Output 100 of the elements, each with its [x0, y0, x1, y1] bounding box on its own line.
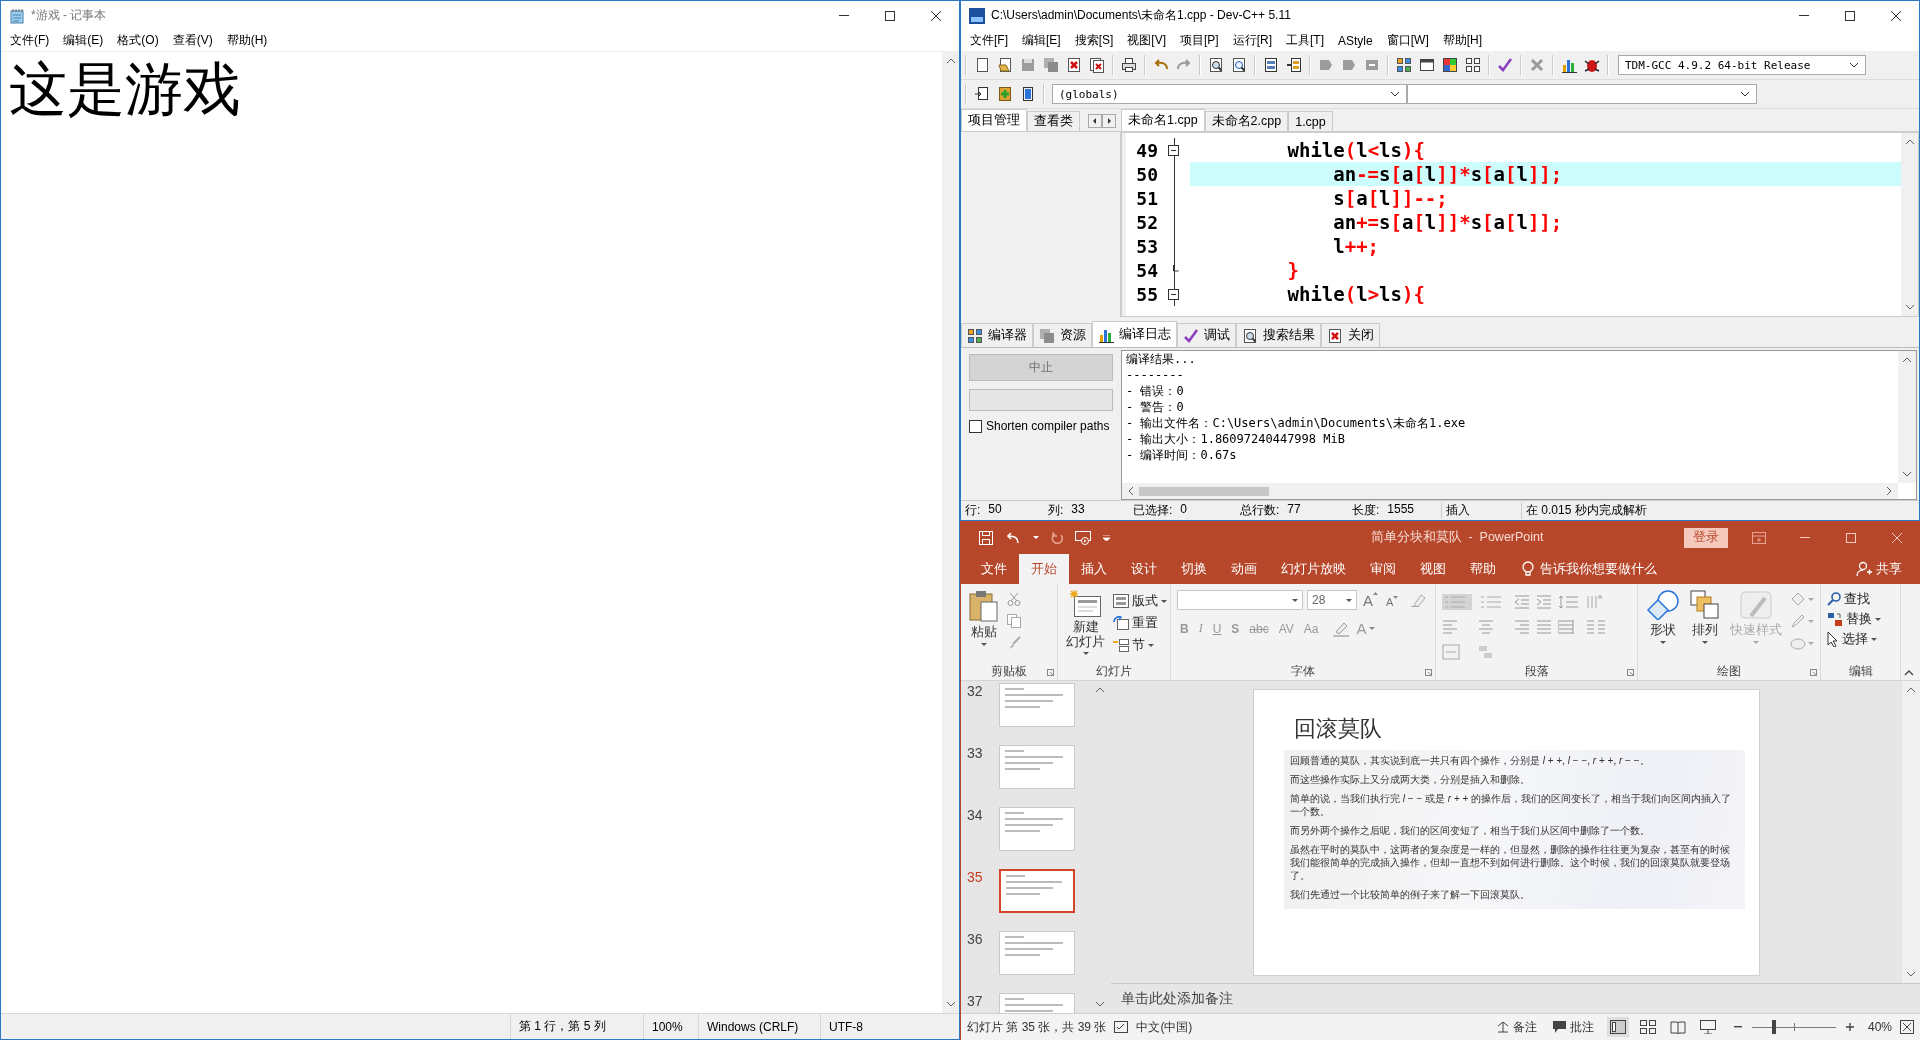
scroll-down-icon[interactable] — [1096, 1002, 1104, 1007]
bookmark-icon[interactable] — [1364, 57, 1380, 73]
window-icon[interactable] — [1419, 57, 1435, 73]
slide-sorter-icon[interactable] — [1640, 1020, 1656, 1034]
ribbon-display-icon[interactable] — [1752, 531, 1766, 544]
save-icon[interactable] — [979, 530, 993, 545]
panel-tab[interactable]: 编译日志 — [1092, 321, 1177, 347]
menu-item[interactable]: 工具[T] — [1279, 32, 1332, 49]
maximize-icon[interactable] — [885, 10, 895, 21]
bar-chart-icon[interactable] — [1561, 57, 1577, 73]
notes-button[interactable]: 备注 — [1497, 1018, 1537, 1036]
collapse-ribbon-icon[interactable] — [1904, 670, 1914, 676]
checkbox-label[interactable]: Shorten compiler paths — [986, 419, 1110, 433]
normal-view-icon[interactable] — [1610, 1020, 1626, 1034]
find-next-icon[interactable] — [1231, 57, 1247, 73]
ribbon-tab[interactable]: 帮助 — [1458, 554, 1508, 584]
unindent-icon[interactable] — [1286, 57, 1302, 73]
panel-tab[interactable]: 资源 — [1033, 323, 1092, 347]
reset-button[interactable]: 重置 — [1113, 614, 1167, 632]
panel-tab[interactable]: 关闭 — [1321, 323, 1380, 347]
compiler-dropdown[interactable]: TDM-GCC 4.9.2 64-bit Release — [1618, 55, 1866, 75]
menu-item[interactable]: AStyle — [1331, 33, 1380, 48]
tell-me-search[interactable]: 告诉我你想要做什么 — [1522, 554, 1657, 584]
bug-icon[interactable] — [1584, 57, 1600, 73]
scroll-right-icon[interactable] — [1102, 114, 1116, 128]
slideshow-icon[interactable] — [1700, 1020, 1716, 1034]
undo-icon[interactable] — [1005, 531, 1021, 544]
panel-tab[interactable]: 项目管理 — [961, 109, 1027, 131]
add-file-icon[interactable] — [997, 86, 1013, 102]
close-all-icon[interactable] — [1089, 57, 1105, 73]
file-tab[interactable]: 未命名1.cpp — [1121, 109, 1205, 131]
font-name-field[interactable] — [1177, 590, 1303, 610]
ribbon-tab[interactable]: 插入 — [1069, 554, 1119, 584]
tiles-icon[interactable] — [1396, 57, 1412, 73]
zoom-slider[interactable] — [1750, 1020, 1838, 1034]
file-tab[interactable]: 1.cpp — [1288, 111, 1333, 131]
menu-item[interactable]: 项目[P] — [1173, 32, 1226, 49]
ribbon-tab[interactable]: 幻灯片放映 — [1269, 554, 1358, 584]
scope-dropdown[interactable]: (globals) — [1052, 84, 1407, 104]
paste-button[interactable]: 粘贴 — [967, 590, 1001, 662]
replace-button[interactable]: 替换 — [1827, 610, 1881, 628]
menu-item[interactable]: 窗口[W] — [1379, 32, 1436, 49]
scrollbar[interactable] — [942, 52, 959, 1013]
slide-thumbnail[interactable] — [999, 807, 1075, 851]
language-button[interactable]: 中文(中国) — [1136, 1018, 1193, 1036]
menu-item[interactable]: 编辑(E) — [56, 32, 111, 49]
panel-tab[interactable]: 查看类 — [1027, 111, 1080, 131]
scroll-up-icon[interactable] — [1096, 687, 1104, 692]
indent-icon[interactable] — [1263, 57, 1279, 73]
dialog-launcher-icon[interactable] — [1425, 669, 1432, 676]
spellcheck-icon[interactable] — [1114, 1021, 1129, 1033]
project-icon[interactable] — [974, 86, 990, 102]
ribbon-tab[interactable]: 审阅 — [1358, 554, 1408, 584]
panel-tab[interactable]: 编译器 — [961, 323, 1033, 347]
new-file-icon[interactable] — [974, 57, 990, 73]
printer-icon[interactable] — [1121, 57, 1137, 73]
color-grid-icon[interactable] — [1442, 57, 1458, 73]
font-size-button[interactable]: A — [1361, 591, 1380, 609]
ribbon-tab[interactable]: 设计 — [1119, 554, 1169, 584]
find-button[interactable]: 查找 — [1827, 590, 1881, 608]
scroll-down-icon[interactable] — [1903, 472, 1911, 477]
menu-item[interactable]: 搜索[S] — [1067, 32, 1121, 49]
shapes-button[interactable]: 形状 — [1644, 590, 1682, 662]
caret-icon[interactable] — [1346, 598, 1352, 602]
ribbon-tab[interactable]: 开始 — [1019, 554, 1069, 584]
dialog-launcher-icon[interactable] — [1810, 669, 1817, 676]
new-slide-button[interactable]: 新建 幻灯片 — [1064, 590, 1107, 662]
close-icon[interactable] — [931, 10, 941, 21]
dialog-launcher-icon[interactable] — [1047, 669, 1054, 676]
grid-icon[interactable] — [1465, 57, 1481, 73]
fit-to-window-icon[interactable] — [1900, 1020, 1914, 1034]
scroll-up-icon[interactable] — [1903, 357, 1911, 362]
ribbon-tab[interactable]: 视图 — [1408, 554, 1458, 584]
menu-item[interactable]: 编辑[E] — [1015, 32, 1068, 49]
scrollbar[interactable] — [1898, 351, 1916, 483]
dropdown-caret-icon[interactable] — [1390, 91, 1400, 97]
reading-view-icon[interactable] — [1670, 1020, 1686, 1034]
layout-button[interactable]: 版式 — [1113, 592, 1167, 610]
close-file-icon[interactable] — [1066, 57, 1082, 73]
slide-thumbnail[interactable] — [999, 931, 1075, 975]
dropdown-caret-icon[interactable] — [1740, 91, 1750, 97]
menu-item[interactable]: 文件[F] — [963, 32, 1015, 49]
line-spacing-icon[interactable] — [1558, 595, 1580, 609]
slide-thumbnail[interactable] — [999, 745, 1075, 789]
scroll-down-icon[interactable] — [946, 1002, 955, 1007]
sign-in-button[interactable]: 登录 — [1684, 527, 1728, 548]
find-icon[interactable] — [1208, 57, 1224, 73]
maximize-icon[interactable] — [1845, 10, 1855, 21]
redo-icon[interactable] — [1051, 531, 1063, 544]
font-size-button[interactable]: A — [1384, 592, 1401, 608]
menu-item[interactable]: 查看(V) — [165, 32, 220, 49]
font-size-field[interactable]: 28 — [1307, 590, 1357, 610]
slide-thumbnail[interactable] — [999, 869, 1075, 913]
scroll-down-icon[interactable] — [1907, 972, 1915, 977]
ribbon-tab[interactable]: 文件 — [969, 554, 1019, 584]
menu-item[interactable]: 运行[R] — [1225, 32, 1280, 49]
project-options-icon[interactable] — [1020, 86, 1036, 102]
fold-toggle-icon[interactable] — [1167, 288, 1179, 300]
panel-tab[interactable]: 搜索结果 — [1236, 323, 1321, 347]
ribbon-tab[interactable]: 切换 — [1169, 554, 1219, 584]
